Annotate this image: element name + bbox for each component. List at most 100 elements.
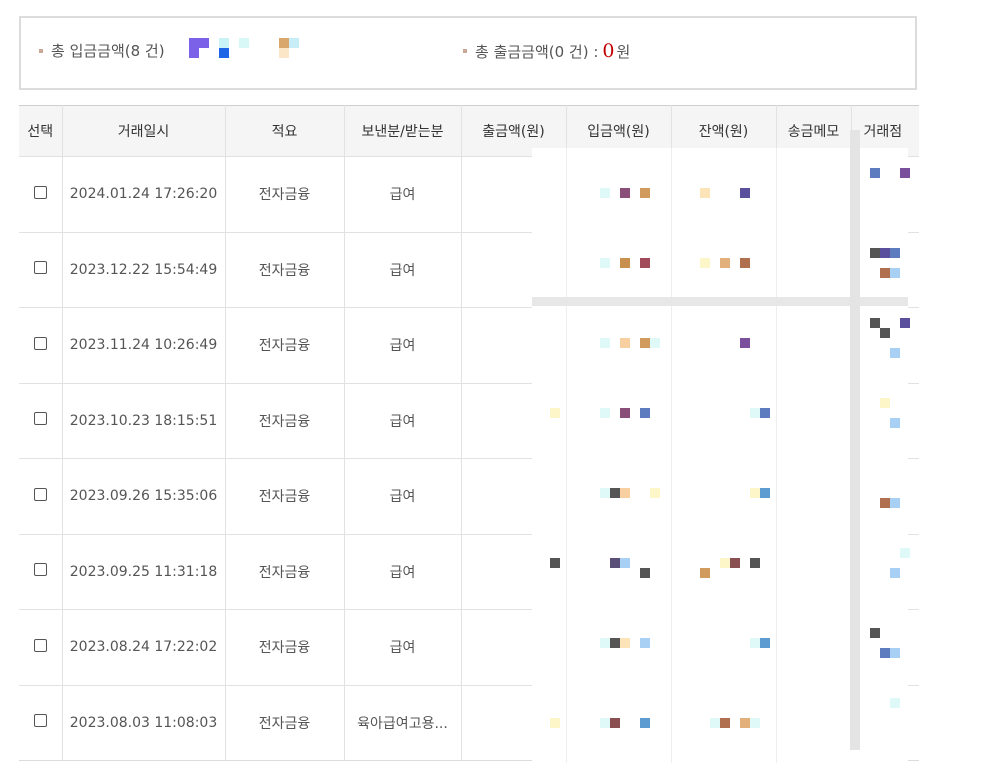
redaction-mosaic-block bbox=[600, 638, 610, 648]
total-deposit-label: 총 입금금액(8 건) bbox=[51, 42, 165, 60]
redaction-mosaic-block bbox=[740, 718, 750, 728]
row-checkbox[interactable] bbox=[33, 185, 47, 199]
redaction-mosaic-block bbox=[890, 568, 900, 578]
redaction-mosaic-block bbox=[890, 348, 900, 358]
datetime-cell: 2023.10.23 18:15:51 bbox=[62, 383, 226, 459]
redaction-mosaic-block bbox=[900, 548, 910, 558]
redaction-mosaic-block bbox=[870, 318, 880, 328]
redaction-mosaic-block bbox=[890, 418, 900, 428]
row-select-cell[interactable] bbox=[19, 232, 63, 308]
redaction-mosaic-block bbox=[640, 638, 650, 648]
counterparty-cell: 급여 bbox=[344, 156, 462, 233]
redaction-mosaic-block bbox=[610, 638, 620, 648]
counterparty-cell: 급여 bbox=[344, 232, 462, 308]
redaction-mosaic-block bbox=[620, 638, 630, 648]
redaction-mosaic-block bbox=[550, 558, 560, 568]
counterparty-cell: 급여 bbox=[344, 609, 462, 686]
redaction-mosaic-block bbox=[880, 248, 890, 258]
redaction-mosaic-block bbox=[700, 188, 710, 198]
redaction-mosaic-block bbox=[620, 408, 630, 418]
redacted-deposit-amount bbox=[189, 38, 309, 62]
redaction-mosaic-block bbox=[720, 718, 730, 728]
redaction-mosaic-block bbox=[750, 408, 760, 418]
total-withdraw-label: 총 출금금액(0 건) : bbox=[475, 42, 599, 61]
redaction-mosaic-block bbox=[620, 338, 630, 348]
row-checkbox[interactable] bbox=[33, 638, 47, 652]
redaction-mosaic-block bbox=[750, 558, 760, 568]
row-select-cell[interactable] bbox=[19, 383, 63, 459]
row-select-cell[interactable] bbox=[19, 307, 63, 384]
redaction-mosaic-block bbox=[890, 248, 900, 258]
redaction-mosaic-block bbox=[870, 628, 880, 638]
row-checkbox[interactable] bbox=[33, 714, 47, 728]
summary-cell: 전자금융 bbox=[225, 609, 345, 686]
column-header-datetime[interactable]: 거래일시 bbox=[62, 105, 226, 157]
transaction-summary-box: 총 입금금액(8 건) 총 출금금액(0 건) : 0 원 bbox=[19, 16, 917, 90]
redaction-mosaic-block bbox=[760, 408, 770, 418]
column-header-counterparty: 보낸분/받는분 bbox=[344, 105, 462, 157]
datetime-cell: 2023.11.24 10:26:49 bbox=[62, 307, 226, 384]
summary-cell: 전자금융 bbox=[225, 685, 345, 761]
datetime-cell: 2024.01.24 17:26:20 bbox=[62, 156, 226, 233]
redaction-mosaic-block bbox=[900, 168, 910, 178]
counterparty-cell: 급여 bbox=[344, 534, 462, 610]
redaction-mosaic-block bbox=[600, 718, 610, 728]
redaction-mosaic-block bbox=[750, 488, 760, 498]
counterparty-cell: 육아급여고용... bbox=[344, 685, 462, 761]
redaction-mosaic-block bbox=[600, 188, 610, 198]
redaction-mosaic-block bbox=[640, 338, 650, 348]
bullet-icon bbox=[463, 49, 467, 53]
redaction-mosaic-block bbox=[610, 558, 620, 568]
redaction-mosaic-block bbox=[740, 338, 750, 348]
redaction-mosaic-block bbox=[880, 328, 890, 338]
redaction-mosaic-block bbox=[640, 568, 650, 578]
redaction-mosaic-block bbox=[730, 558, 740, 568]
row-checkbox[interactable] bbox=[33, 261, 47, 275]
row-select-cell[interactable] bbox=[19, 156, 63, 233]
total-withdraw-unit: 원 bbox=[616, 42, 631, 61]
redaction-mosaic-block bbox=[760, 488, 770, 498]
redaction-mosaic-block bbox=[890, 268, 900, 278]
redaction-mosaic-block bbox=[880, 498, 890, 508]
redaction-mosaic-block bbox=[890, 648, 900, 658]
counterparty-cell: 급여 bbox=[344, 307, 462, 384]
redaction-mosaic-block bbox=[610, 488, 620, 498]
column-header-select: 선택 bbox=[19, 105, 63, 157]
redaction-mosaic-block bbox=[620, 558, 630, 568]
summary-cell: 전자금융 bbox=[225, 307, 345, 384]
datetime-cell: 2023.09.26 15:35:06 bbox=[62, 458, 226, 535]
column-divider bbox=[776, 148, 777, 763]
row-select-cell[interactable] bbox=[19, 609, 63, 686]
bullet-icon bbox=[39, 48, 43, 53]
row-checkbox[interactable] bbox=[33, 412, 47, 426]
row-checkbox[interactable] bbox=[33, 563, 47, 577]
row-select-cell[interactable] bbox=[19, 685, 63, 761]
column-divider bbox=[566, 148, 567, 763]
redaction-mosaic-block bbox=[750, 638, 760, 648]
summary-cell: 전자금융 bbox=[225, 156, 345, 233]
row-select-cell[interactable] bbox=[19, 458, 63, 535]
datetime-cell: 2023.08.24 17:22:02 bbox=[62, 609, 226, 686]
redaction-mosaic-block bbox=[740, 258, 750, 268]
summary-cell: 전자금융 bbox=[225, 383, 345, 459]
redaction-mosaic-block bbox=[740, 188, 750, 198]
redaction-mosaic-block bbox=[600, 408, 610, 418]
redaction-mosaic-block bbox=[890, 698, 900, 708]
column-header-summary: 적요 bbox=[225, 105, 345, 157]
redaction-mosaic-block bbox=[650, 338, 660, 348]
redaction-mosaic-block bbox=[640, 718, 650, 728]
redaction-mosaic-block bbox=[700, 258, 710, 268]
summary-cell: 전자금융 bbox=[225, 534, 345, 610]
redaction-mosaic-block bbox=[640, 188, 650, 198]
redaction-bar-vertical bbox=[850, 130, 860, 750]
row-checkbox[interactable] bbox=[33, 336, 47, 350]
redaction-mosaic-block bbox=[900, 318, 910, 328]
redaction-mosaic-block bbox=[870, 168, 880, 178]
redaction-mosaic-block bbox=[710, 718, 720, 728]
datetime-cell: 2023.12.22 15:54:49 bbox=[62, 232, 226, 308]
row-checkbox[interactable] bbox=[33, 487, 47, 501]
row-select-cell[interactable] bbox=[19, 534, 63, 610]
redaction-mosaic-block bbox=[550, 408, 560, 418]
redaction-mosaic-block bbox=[720, 258, 730, 268]
datetime-cell: 2023.08.03 11:08:03 bbox=[62, 685, 226, 761]
